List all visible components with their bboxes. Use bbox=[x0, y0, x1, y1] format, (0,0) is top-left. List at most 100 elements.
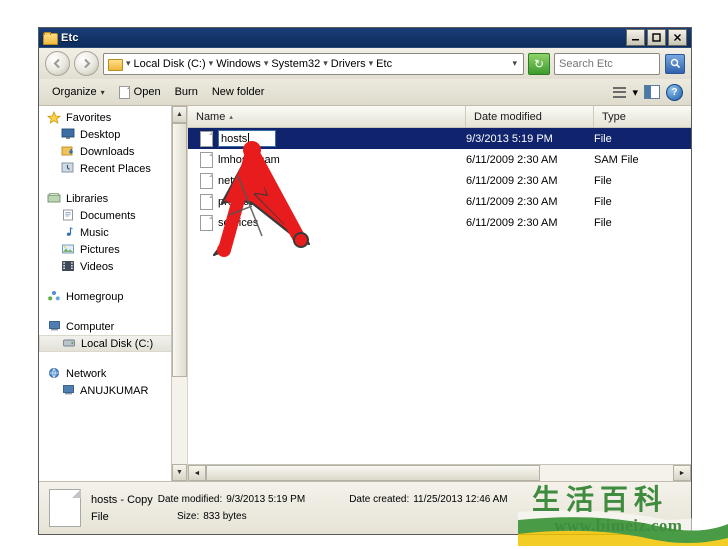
table-row[interactable]: networks 6/11/2009 2:30 AM File bbox=[188, 170, 691, 191]
scrollbar-track[interactable] bbox=[172, 123, 187, 464]
scroll-down-button[interactable]: ▼ bbox=[172, 464, 187, 481]
table-row[interactable]: lmhosts.sam 6/11/2009 2:30 AM SAM File bbox=[188, 149, 691, 170]
minimize-button[interactable] bbox=[626, 29, 645, 46]
sidebar-item-local-disk-c[interactable]: Local Disk (C:) bbox=[39, 335, 187, 352]
nav-group-libraries: Libraries Documents Music Pictures Video… bbox=[39, 190, 187, 275]
scrollbar-thumb[interactable] bbox=[206, 465, 540, 481]
sidebar-item-music[interactable]: Music bbox=[39, 224, 187, 241]
scroll-left-button[interactable]: ◄ bbox=[188, 465, 206, 481]
breadcrumb-item-drivers[interactable]: Drivers bbox=[329, 58, 368, 70]
sidebar-item-documents[interactable]: Documents bbox=[39, 207, 187, 224]
sidebar-item-homegroup[interactable]: Homegroup bbox=[39, 288, 187, 305]
cell-type: File bbox=[594, 174, 612, 187]
breadcrumb-item-local-disk[interactable]: Local Disk (C:) bbox=[132, 58, 208, 70]
table-row[interactable]: services 6/11/2009 2:30 AM File bbox=[188, 212, 691, 233]
cell-name[interactable]: networks bbox=[188, 172, 466, 189]
refresh-icon[interactable]: ↻ bbox=[528, 52, 550, 75]
documents-icon bbox=[61, 209, 76, 222]
scroll-up-button[interactable]: ▲ bbox=[172, 106, 187, 123]
sidebar-label: Network bbox=[66, 367, 107, 380]
maximize-button[interactable] bbox=[647, 29, 666, 46]
sidebar-item-downloads[interactable]: Downloads bbox=[39, 143, 187, 160]
file-name: lmhosts.sam bbox=[218, 153, 280, 166]
address-bar[interactable]: ▾ Local Disk (C:) ▾ Windows ▾ System32 ▾… bbox=[103, 52, 524, 75]
command-bar-right: ▾ ? bbox=[613, 83, 685, 101]
column-header-name[interactable]: Name ▴ bbox=[188, 106, 466, 127]
file-rows: hosts 9/3/2013 5:19 PM File lmhosts.sam … bbox=[188, 128, 691, 464]
close-button[interactable] bbox=[668, 29, 687, 46]
cell-date-modified: 6/11/2009 2:30 AM bbox=[466, 216, 558, 229]
libraries-icon bbox=[47, 192, 62, 205]
organize-button[interactable]: Organize ▾ bbox=[45, 83, 112, 101]
sidebar-item-libraries[interactable]: Libraries bbox=[39, 190, 187, 207]
scroll-right-button[interactable]: ► bbox=[673, 465, 691, 481]
file-icon bbox=[200, 214, 213, 231]
rename-input[interactable]: hosts bbox=[218, 130, 276, 147]
details-date-modified-label: Date modified: bbox=[157, 494, 223, 505]
details-size-label: Size: bbox=[177, 511, 200, 522]
title-bar[interactable]: Etc bbox=[39, 28, 691, 48]
column-label: Date modified bbox=[474, 110, 542, 123]
breadcrumb-item-system32[interactable]: System32 bbox=[269, 58, 322, 70]
burn-button[interactable]: Burn bbox=[168, 83, 205, 101]
preview-pane-icon[interactable] bbox=[644, 85, 660, 99]
videos-icon bbox=[61, 260, 76, 273]
file-icon bbox=[200, 172, 213, 189]
column-header-date-modified[interactable]: Date modified bbox=[466, 106, 594, 127]
search-input[interactable] bbox=[557, 56, 657, 71]
new-folder-button[interactable]: New folder bbox=[205, 83, 272, 101]
details-line-1: hosts - Copy Date modified: 9/3/2013 5:1… bbox=[91, 494, 681, 506]
open-button[interactable]: Open bbox=[112, 83, 168, 102]
file-icon bbox=[49, 489, 81, 527]
table-row[interactable]: protocol 6/11/2009 2:30 AM File bbox=[188, 191, 691, 212]
cell-name[interactable]: protocol bbox=[188, 193, 466, 210]
horizontal-scrollbar[interactable]: ◄ ► bbox=[188, 464, 691, 481]
cell-type: File bbox=[594, 132, 612, 145]
sidebar-scrollbar[interactable]: ▲ ▼ bbox=[171, 106, 187, 481]
cell-name[interactable]: services bbox=[188, 214, 466, 231]
window-title: Etc bbox=[61, 31, 79, 44]
cell-name[interactable]: lmhosts.sam bbox=[188, 151, 466, 168]
help-icon[interactable]: ? bbox=[666, 83, 683, 101]
nav-group-computer: Computer Local Disk (C:) bbox=[39, 318, 187, 352]
breadcrumb-item-etc[interactable]: Etc bbox=[374, 58, 394, 70]
sidebar-item-desktop[interactable]: Desktop bbox=[39, 126, 187, 143]
column-header-type[interactable]: Type bbox=[594, 106, 691, 127]
command-bar: Organize ▾ Open Burn New folder ▾ ? bbox=[39, 79, 691, 106]
hard-disk-icon bbox=[62, 337, 77, 350]
folder-icon bbox=[108, 58, 123, 71]
pictures-icon bbox=[61, 243, 76, 256]
breadcrumb-item-windows[interactable]: Windows bbox=[214, 58, 263, 70]
computer-icon bbox=[61, 384, 76, 397]
sidebar-item-recent-places[interactable]: Recent Places bbox=[39, 160, 187, 177]
column-label: Type bbox=[602, 110, 626, 123]
scrollbar-thumb[interactable] bbox=[172, 123, 187, 378]
details-size-value: 833 bytes bbox=[203, 511, 247, 522]
sidebar-item-anujkumar[interactable]: ANUJKUMAR bbox=[39, 382, 187, 399]
sidebar-label: Documents bbox=[80, 209, 136, 222]
column-headers: Name ▴ Date modified Type bbox=[188, 106, 691, 128]
table-row[interactable]: hosts 9/3/2013 5:19 PM File bbox=[188, 128, 691, 149]
sidebar-item-pictures[interactable]: Pictures bbox=[39, 241, 187, 258]
sidebar-label: Homegroup bbox=[66, 290, 124, 303]
chevron-down-icon[interactable]: ▾ bbox=[632, 86, 638, 99]
back-button[interactable] bbox=[45, 51, 70, 76]
sidebar-item-favorites[interactable]: Favorites bbox=[39, 109, 187, 126]
cell-type: File bbox=[594, 195, 612, 208]
sidebar-item-computer[interactable]: Computer bbox=[39, 318, 187, 335]
scrollbar-track[interactable] bbox=[206, 465, 673, 481]
chevron-down-icon[interactable]: ▾ bbox=[508, 58, 521, 69]
cell-name[interactable]: hosts bbox=[188, 130, 466, 147]
organize-label: Organize bbox=[52, 86, 97, 98]
search-box[interactable] bbox=[554, 52, 660, 75]
sidebar-item-network[interactable]: Network bbox=[39, 365, 187, 382]
new-folder-label: New folder bbox=[211, 86, 265, 98]
sidebar-label: Pictures bbox=[80, 243, 120, 256]
sidebar-item-videos[interactable]: Videos bbox=[39, 258, 187, 275]
search-icon[interactable] bbox=[665, 53, 685, 74]
view-list-icon[interactable] bbox=[613, 86, 627, 98]
forward-button[interactable] bbox=[74, 51, 99, 76]
homegroup-icon bbox=[47, 290, 62, 303]
